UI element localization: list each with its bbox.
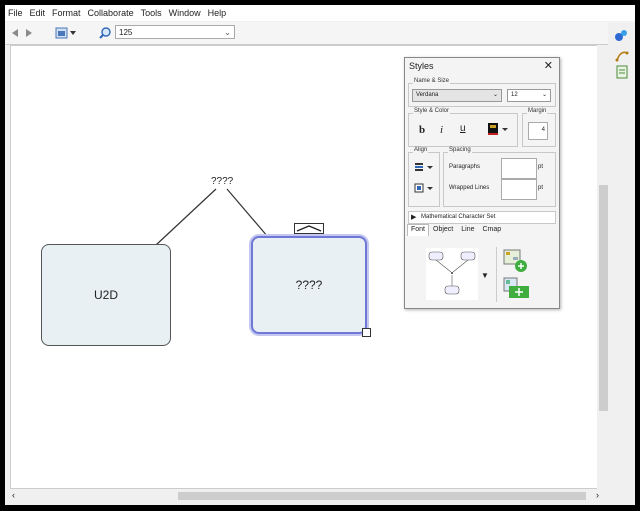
style-color-group: Style & Color b i u <box>408 108 518 147</box>
underline-button[interactable]: u <box>460 123 466 134</box>
menu-file[interactable]: File <box>8 8 23 18</box>
line-spacing-input[interactable] <box>501 179 537 200</box>
pt-unit: pt <box>538 164 544 170</box>
margin-group: Margin 4 <box>522 108 556 147</box>
tab-line[interactable]: Line <box>457 224 478 236</box>
margin-value: 4 <box>541 127 545 133</box>
chevron-down-icon: ⌄ <box>541 92 547 98</box>
concept-text: ???? <box>295 278 323 292</box>
concept-node-selected[interactable]: ???? <box>251 236 367 334</box>
cmap-style-preview[interactable] <box>426 248 478 300</box>
italic-button[interactable]: i <box>440 124 443 136</box>
app-window: File Edit Format Collaborate Tools Windo… <box>5 5 635 505</box>
margin-input[interactable]: 4 <box>528 122 548 140</box>
menu-help[interactable]: Help <box>208 8 227 18</box>
spacing-group: Spacing Paragraphs pt Wrapped Lines pt <box>443 147 556 207</box>
tab-object[interactable]: Object <box>429 224 457 236</box>
menu-collaborate[interactable]: Collaborate <box>88 8 134 18</box>
align-group: Align <box>408 147 440 207</box>
list-icon[interactable] <box>615 65 629 81</box>
link-handle-icon[interactable] <box>294 223 324 234</box>
tab-cmap[interactable]: Cmap <box>478 224 505 236</box>
bold-button[interactable]: b <box>419 124 425 136</box>
align-box-icon[interactable] <box>414 183 434 195</box>
paragraph-spacing-input[interactable] <box>501 158 537 179</box>
math-character-set-toggle[interactable]: ▶ Mathematical Character Set <box>408 211 556 224</box>
collaborate-icon[interactable] <box>614 28 628 44</box>
zoom-select[interactable]: 125 ⌄ <box>115 25 235 39</box>
math-set-label: Mathematical Character Set <box>421 214 496 220</box>
menu-format[interactable]: Format <box>52 8 81 18</box>
menu-bar: File Edit Format Collaborate Tools Windo… <box>5 5 635 21</box>
menu-window[interactable]: Window <box>169 8 201 18</box>
font-name-value: Verdana <box>416 92 439 98</box>
view-mode-icon[interactable] <box>55 25 77 41</box>
font-name-select[interactable]: Verdana ⌄ <box>412 89 502 102</box>
horizontal-scrollbar[interactable]: ‹ › <box>10 490 608 502</box>
right-side-tools <box>608 23 635 493</box>
font-size-value: 12 <box>511 92 518 98</box>
align-label: Align <box>413 147 429 153</box>
vertical-scroll-thumb[interactable] <box>599 185 608 411</box>
menu-edit[interactable]: Edit <box>30 8 46 18</box>
resize-handle[interactable] <box>362 328 371 337</box>
paragraphs-label: Paragraphs <box>449 164 481 170</box>
zoom-icon[interactable] <box>99 25 111 41</box>
style-color-label: Style & Color <box>413 108 451 114</box>
concept-text: U2D <box>93 288 118 302</box>
scroll-left-icon[interactable]: ‹ <box>12 490 15 500</box>
align-vertical-icon[interactable] <box>414 162 434 174</box>
scroll-right-icon[interactable]: › <box>596 490 599 500</box>
path-icon[interactable] <box>615 48 629 64</box>
styles-panel: Styles ✕ Name & Size Verdana ⌄ 12 ⌄ Styl… <box>404 57 560 309</box>
spacing-label: Spacing <box>448 147 472 153</box>
pt-unit: pt <box>538 185 544 191</box>
name-size-label: Name & Size <box>413 78 451 84</box>
divider <box>496 247 497 302</box>
name-size-group: Name & Size Verdana ⌄ 12 ⌄ <box>408 78 556 107</box>
play-icon: ▶ <box>411 214 417 221</box>
styles-panel-title: Styles <box>409 61 434 71</box>
tab-font[interactable]: Font <box>407 224 430 236</box>
forward-icon[interactable] <box>24 25 34 41</box>
horizontal-scroll-thumb[interactable] <box>178 492 586 500</box>
margin-label: Margin <box>527 108 548 114</box>
close-icon[interactable]: ✕ <box>544 59 553 72</box>
menu-tools[interactable]: Tools <box>141 8 162 18</box>
import-style-sheet-icon[interactable] <box>503 276 531 302</box>
text-color-icon[interactable] <box>487 123 509 137</box>
back-icon[interactable] <box>10 25 20 41</box>
new-style-sheet-icon[interactable] <box>503 248 529 276</box>
styles-tabs: Font Object Line Cmap <box>407 224 557 236</box>
toolbar: 125 ⌄ <box>5 22 635 45</box>
preview-dropdown-icon[interactable]: ▼ <box>481 271 489 280</box>
concept-node-u2d[interactable]: U2D <box>41 244 171 346</box>
wrapped-lines-label: Wrapped Lines <box>449 185 490 191</box>
zoom-value: 125 <box>119 28 133 37</box>
font-size-select[interactable]: 12 ⌄ <box>507 89 551 102</box>
link-label[interactable]: ???? <box>211 176 233 187</box>
chevron-down-icon: ⌄ <box>224 28 231 37</box>
chevron-down-icon: ⌄ <box>492 92 498 98</box>
